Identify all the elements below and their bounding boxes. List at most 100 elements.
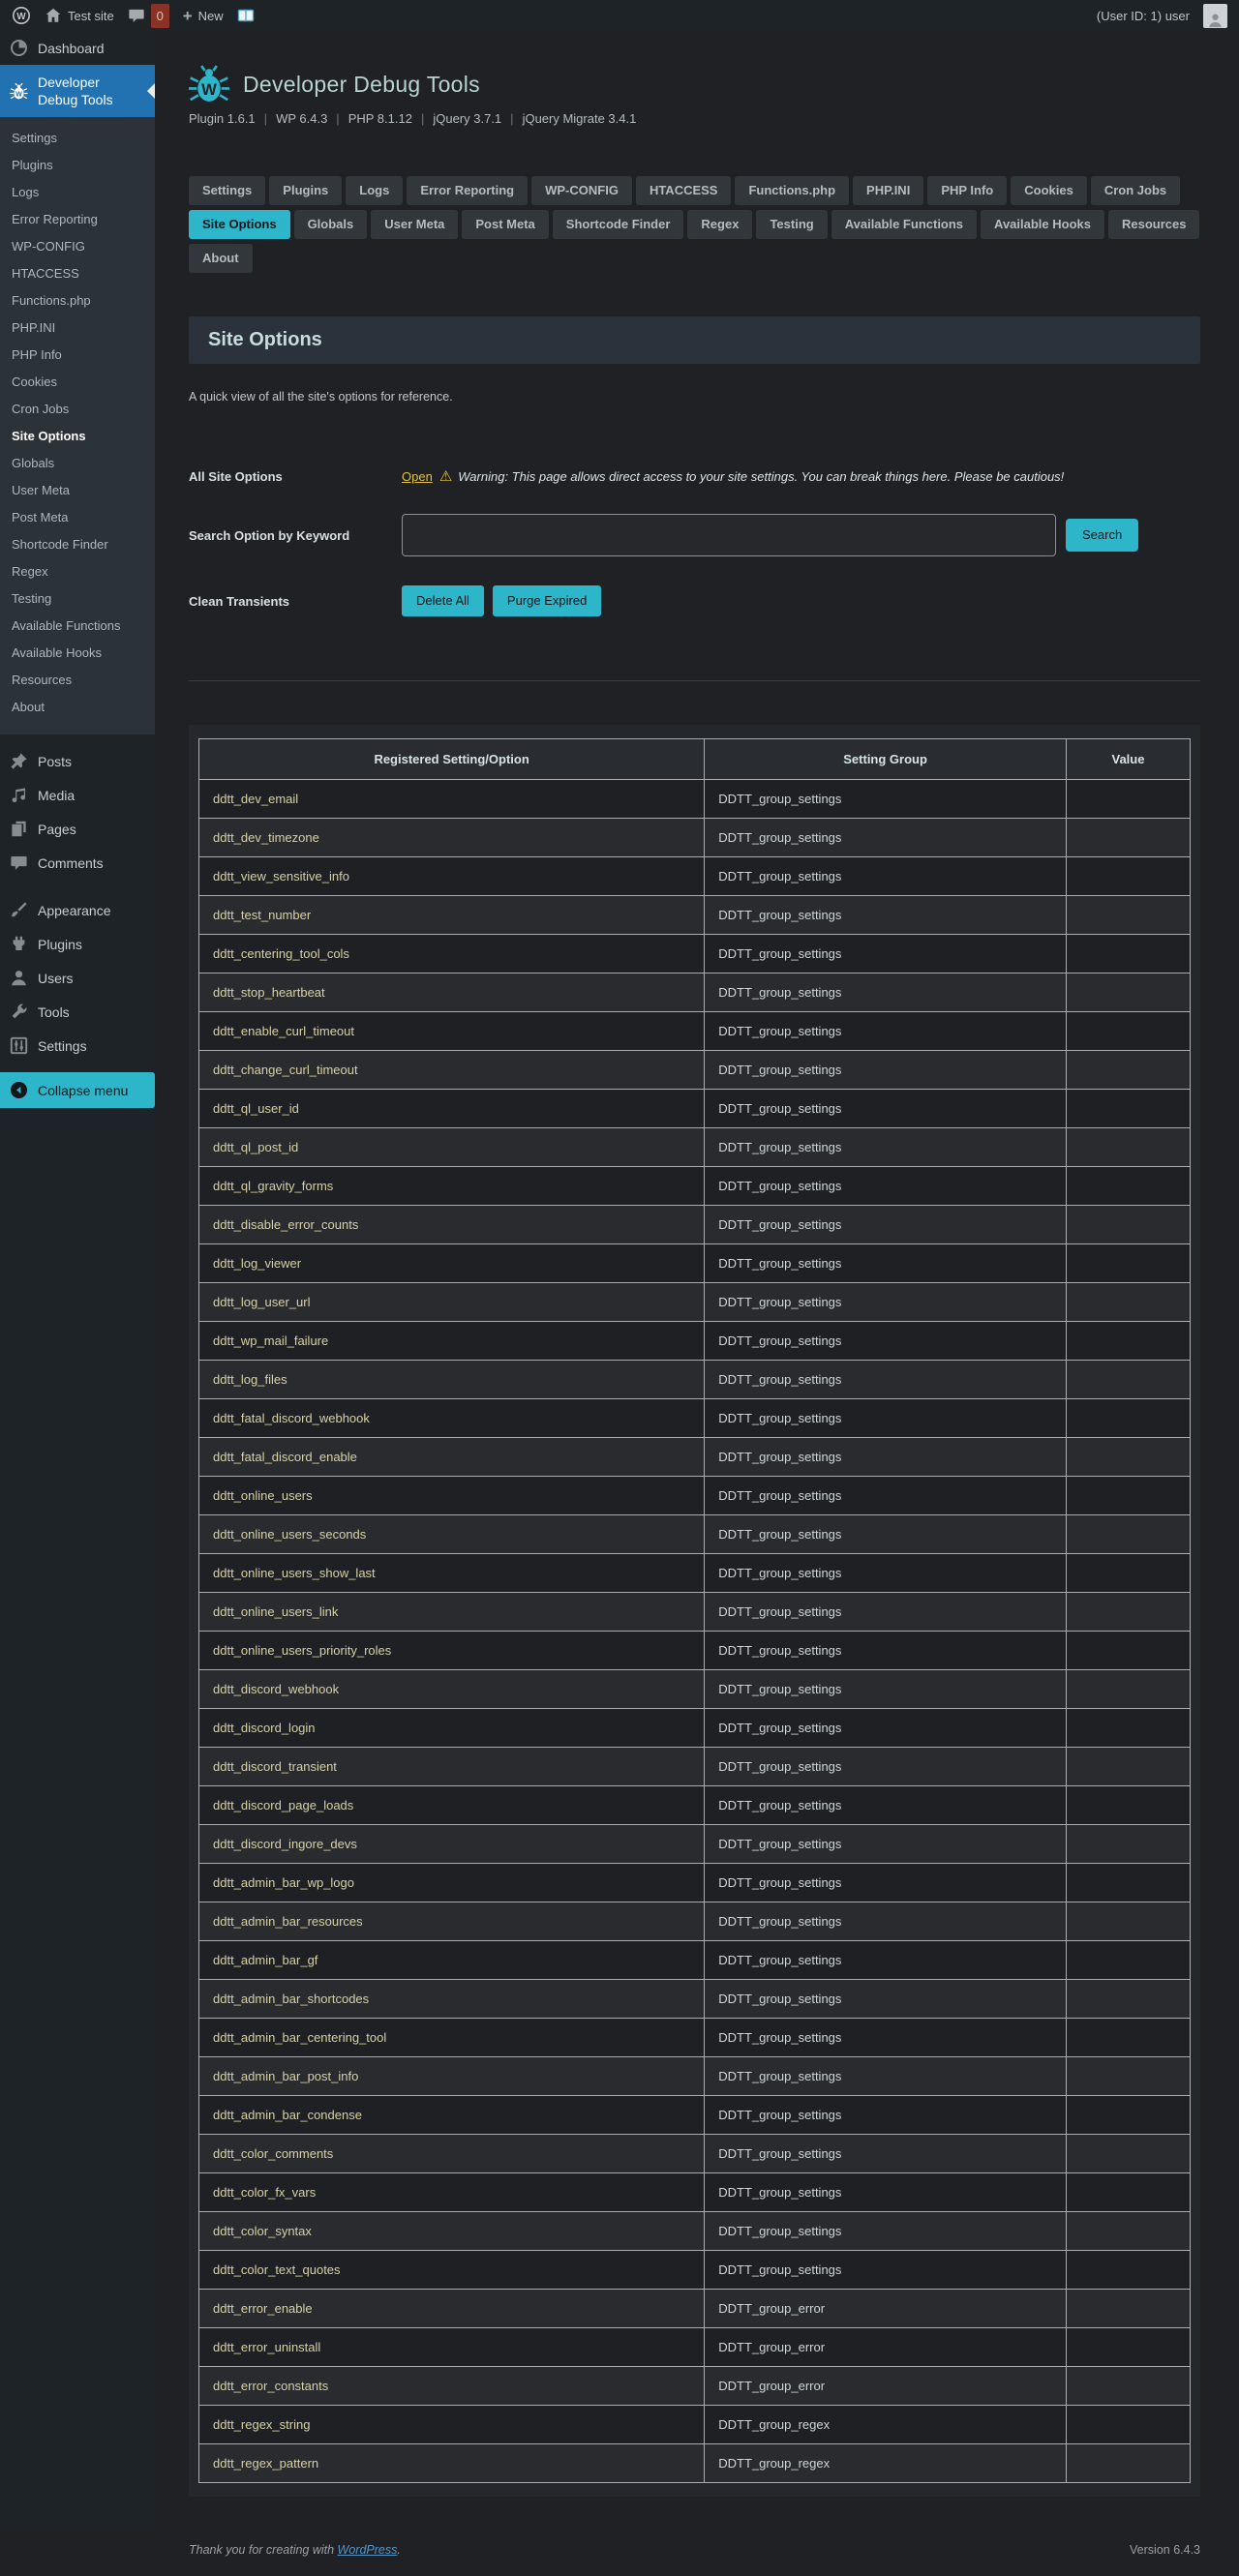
tab-htaccess[interactable]: HTACCESS bbox=[636, 176, 732, 205]
admin-footer: Thank you for creating with WordPress. V… bbox=[189, 2543, 1200, 2576]
tab-available-functions[interactable]: Available Functions bbox=[831, 210, 977, 239]
sidebar-subitem-resources[interactable]: Resources bbox=[0, 667, 155, 694]
sidebar-subitem-site-options[interactable]: Site Options bbox=[0, 423, 155, 450]
sidebar-item-posts[interactable]: Posts bbox=[0, 744, 155, 778]
tab-globals[interactable]: Globals bbox=[294, 210, 368, 239]
sidebar-item-settings[interactable]: Settings bbox=[0, 1029, 155, 1063]
search-option-row: Search Option by Keyword Search bbox=[189, 514, 1200, 556]
wordpress-link[interactable]: WordPress bbox=[338, 2543, 398, 2557]
tab-php-ini[interactable]: PHP.INI bbox=[853, 176, 923, 205]
sidebar-item-dashboard[interactable]: Dashboard bbox=[0, 31, 155, 65]
tab-wp-config[interactable]: WP-CONFIG bbox=[531, 176, 632, 205]
sidebar-item-plugins[interactable]: Plugins bbox=[0, 927, 155, 961]
clean-transients-label: Clean Transients bbox=[189, 594, 402, 609]
options-table: Registered Setting/Option Setting Group … bbox=[198, 738, 1191, 2483]
table-row: ddtt_ql_post_idDDTT_group_settings bbox=[199, 1128, 1191, 1167]
sidebar-subitem-wp-config[interactable]: WP-CONFIG bbox=[0, 233, 155, 260]
cell-group: DDTT_group_settings bbox=[705, 2251, 1067, 2290]
tab-plugins[interactable]: Plugins bbox=[269, 176, 342, 205]
home-icon bbox=[45, 7, 62, 24]
wordpress-logo-menu[interactable]: W bbox=[12, 0, 31, 31]
sidebar-subitem-functions-php[interactable]: Functions.php bbox=[0, 287, 155, 315]
table-row: ddtt_admin_bar_shortcodesDDTT_group_sett… bbox=[199, 1980, 1191, 2019]
tab-error-reporting[interactable]: Error Reporting bbox=[407, 176, 528, 205]
sidebar-subitem-testing[interactable]: Testing bbox=[0, 585, 155, 613]
cell-value bbox=[1066, 1709, 1190, 1748]
sidebar-subitem-php-info[interactable]: PHP Info bbox=[0, 342, 155, 369]
table-row: ddtt_discord_ingore_devsDDTT_group_setti… bbox=[199, 1825, 1191, 1864]
cell-value bbox=[1066, 1399, 1190, 1438]
open-options-link[interactable]: Open bbox=[402, 469, 433, 484]
tab-user-meta[interactable]: User Meta bbox=[371, 210, 458, 239]
site-name-menu[interactable]: Test site bbox=[45, 0, 114, 31]
sidebar-subitem-cron-jobs[interactable]: Cron Jobs bbox=[0, 396, 155, 423]
tab-regex[interactable]: Regex bbox=[687, 210, 752, 239]
sidebar-subitem-regex[interactable]: Regex bbox=[0, 558, 155, 585]
search-button[interactable]: Search bbox=[1066, 519, 1138, 552]
purge-expired-button[interactable]: Purge Expired bbox=[493, 585, 601, 616]
tab-cookies[interactable]: Cookies bbox=[1011, 176, 1087, 205]
tab-logs[interactable]: Logs bbox=[346, 176, 403, 205]
sidebar-subitem-post-meta[interactable]: Post Meta bbox=[0, 504, 155, 531]
table-row: ddtt_centering_tool_colsDDTT_group_setti… bbox=[199, 935, 1191, 973]
cell-option: ddtt_discord_webhook bbox=[199, 1670, 705, 1709]
sidebar-subitem-available-functions[interactable]: Available Functions bbox=[0, 613, 155, 640]
tab-post-meta[interactable]: Post Meta bbox=[462, 210, 548, 239]
tab-settings[interactable]: Settings bbox=[189, 176, 265, 205]
sidebar-item-pages[interactable]: Pages bbox=[0, 812, 155, 846]
tab-shortcode-finder[interactable]: Shortcode Finder bbox=[553, 210, 684, 239]
cell-group: DDTT_group_settings bbox=[705, 1399, 1067, 1438]
meta-separator: | bbox=[501, 111, 522, 126]
cell-value bbox=[1066, 819, 1190, 857]
sidebar-item-label: Comments bbox=[38, 854, 104, 872]
tab-resources[interactable]: Resources bbox=[1108, 210, 1199, 239]
cell-group: DDTT_group_settings bbox=[705, 819, 1067, 857]
sidebar-subitem-shortcode-finder[interactable]: Shortcode Finder bbox=[0, 531, 155, 558]
sidebar-subitem-available-hooks[interactable]: Available Hooks bbox=[0, 640, 155, 667]
sidebar-subitem-cookies[interactable]: Cookies bbox=[0, 369, 155, 396]
tab-functions-php[interactable]: Functions.php bbox=[735, 176, 849, 205]
tab-testing[interactable]: Testing bbox=[756, 210, 827, 239]
new-content-menu[interactable]: + New bbox=[183, 0, 224, 31]
sidebar-item-comments[interactable]: Comments bbox=[0, 846, 155, 880]
search-option-input[interactable] bbox=[402, 514, 1056, 556]
section-description: A quick view of all the site's options f… bbox=[189, 390, 1200, 404]
table-row: ddtt_regex_patternDDTT_group_regex bbox=[199, 2444, 1191, 2483]
cell-group: DDTT_group_settings bbox=[705, 1709, 1067, 1748]
sidebar-item-users[interactable]: Users bbox=[0, 961, 155, 995]
cell-value bbox=[1066, 1902, 1190, 1941]
all-site-options-row: All Site Options Open ⚠ Warning: This pa… bbox=[189, 467, 1200, 485]
tab-cron-jobs[interactable]: Cron Jobs bbox=[1091, 176, 1180, 205]
sidebar-subitem-user-meta[interactable]: User Meta bbox=[0, 477, 155, 504]
table-row: ddtt_online_users_priority_rolesDDTT_gro… bbox=[199, 1632, 1191, 1670]
sidebar-subitem-htaccess[interactable]: HTACCESS bbox=[0, 260, 155, 287]
tab-available-hooks[interactable]: Available Hooks bbox=[981, 210, 1104, 239]
sidebar-subitem-php-ini[interactable]: PHP.INI bbox=[0, 315, 155, 342]
table-row: ddtt_admin_bar_centering_toolDDTT_group_… bbox=[199, 2019, 1191, 2057]
user-account-menu[interactable]: (User ID: 1) user bbox=[1097, 9, 1190, 23]
cell-option: ddtt_color_syntax bbox=[199, 2212, 705, 2251]
cell-option: ddtt_admin_bar_post_info bbox=[199, 2057, 705, 2096]
book-menu[interactable] bbox=[237, 0, 255, 31]
sidebar-subitem-settings[interactable]: Settings bbox=[0, 125, 155, 152]
delete-all-button[interactable]: Delete All bbox=[402, 585, 484, 616]
cell-group: DDTT_group_settings bbox=[705, 1167, 1067, 1206]
tab-php-info[interactable]: PHP Info bbox=[927, 176, 1007, 205]
sidebar-item-appearance[interactable]: Appearance bbox=[0, 893, 155, 927]
sidebar-item-media[interactable]: Media bbox=[0, 778, 155, 812]
comments-menu[interactable]: 0 bbox=[128, 0, 169, 31]
wordpress-logo-icon: W bbox=[12, 6, 31, 25]
sidebar-subitem-error-reporting[interactable]: Error Reporting bbox=[0, 206, 155, 233]
sidebar-subitem-about[interactable]: About bbox=[0, 694, 155, 721]
tab-site-options[interactable]: Site Options bbox=[189, 210, 290, 239]
sidebar-subitem-plugins[interactable]: Plugins bbox=[0, 152, 155, 179]
tab-about[interactable]: About bbox=[189, 244, 253, 273]
collapse-menu-button[interactable]: Collapse menu bbox=[0, 1072, 155, 1108]
sidebar-subitem-globals[interactable]: Globals bbox=[0, 450, 155, 477]
sidebar-item-developer-debug-tools[interactable]: W Developer Debug Tools bbox=[0, 65, 155, 117]
avatar[interactable] bbox=[1203, 4, 1227, 28]
cell-group: DDTT_group_settings bbox=[705, 1593, 1067, 1632]
table-row: ddtt_view_sensitive_infoDDTT_group_setti… bbox=[199, 857, 1191, 896]
sidebar-item-tools[interactable]: Tools bbox=[0, 995, 155, 1029]
sidebar-subitem-logs[interactable]: Logs bbox=[0, 179, 155, 206]
